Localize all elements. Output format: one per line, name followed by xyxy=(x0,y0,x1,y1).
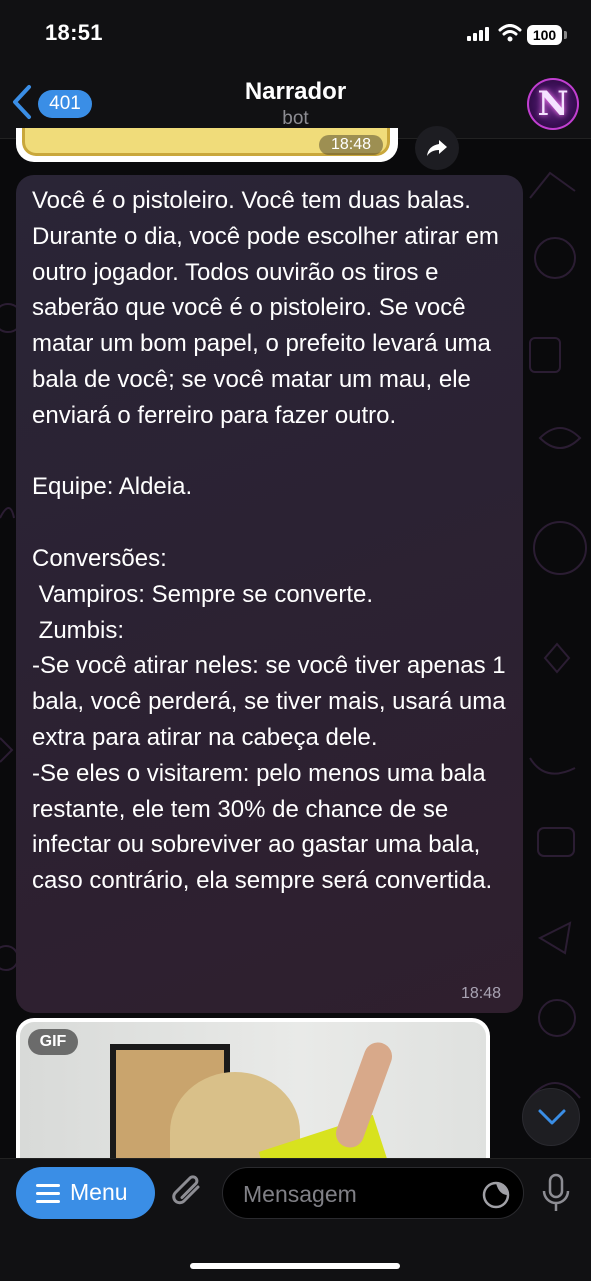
previous-message-time: 18:48 xyxy=(319,135,383,155)
menu-button-label: Menu xyxy=(70,1179,128,1205)
message-input-bar: Menu xyxy=(0,1158,591,1281)
bot-menu-button[interactable]: Menu xyxy=(16,1167,155,1219)
gif-person-arm xyxy=(332,1038,396,1152)
gif-badge: GIF xyxy=(28,1029,78,1055)
hamburger-menu-icon xyxy=(36,1184,60,1203)
message-input-container[interactable] xyxy=(222,1167,524,1219)
share-arrow-icon xyxy=(427,140,447,156)
avatar-logo-letter: N xyxy=(537,84,569,124)
message-time: 18:48 xyxy=(461,985,502,1002)
chat-subtitle: bot xyxy=(282,108,309,129)
gif-preview xyxy=(20,1022,486,1163)
status-bar: 18:51 100 xyxy=(0,0,591,66)
chat-title[interactable]: Narrador xyxy=(0,78,591,106)
message-bubble[interactable]: Você é o pistoleiro. Você tem duas balas… xyxy=(16,175,523,1013)
attachment-paperclip-icon[interactable] xyxy=(170,1173,206,1213)
wifi-icon xyxy=(498,24,522,42)
scroll-to-bottom-button[interactable] xyxy=(522,1088,580,1146)
share-button[interactable] xyxy=(415,126,459,170)
chevron-down-icon xyxy=(538,1109,566,1125)
clock-time: 18:51 xyxy=(45,20,103,45)
battery-nub xyxy=(564,31,567,39)
microphone-icon[interactable] xyxy=(540,1173,572,1215)
battery-level: 100 xyxy=(527,25,562,45)
message-input[interactable] xyxy=(241,1178,475,1210)
bot-avatar[interactable]: N xyxy=(527,78,579,130)
gif-message[interactable] xyxy=(16,1018,490,1163)
sticker-emoji-icon[interactable] xyxy=(481,1180,511,1210)
home-indicator[interactable] xyxy=(190,1263,400,1269)
cellular-signal-icon xyxy=(467,27,489,41)
message-text: Você é o pistoleiro. Você tem duas balas… xyxy=(32,187,506,895)
